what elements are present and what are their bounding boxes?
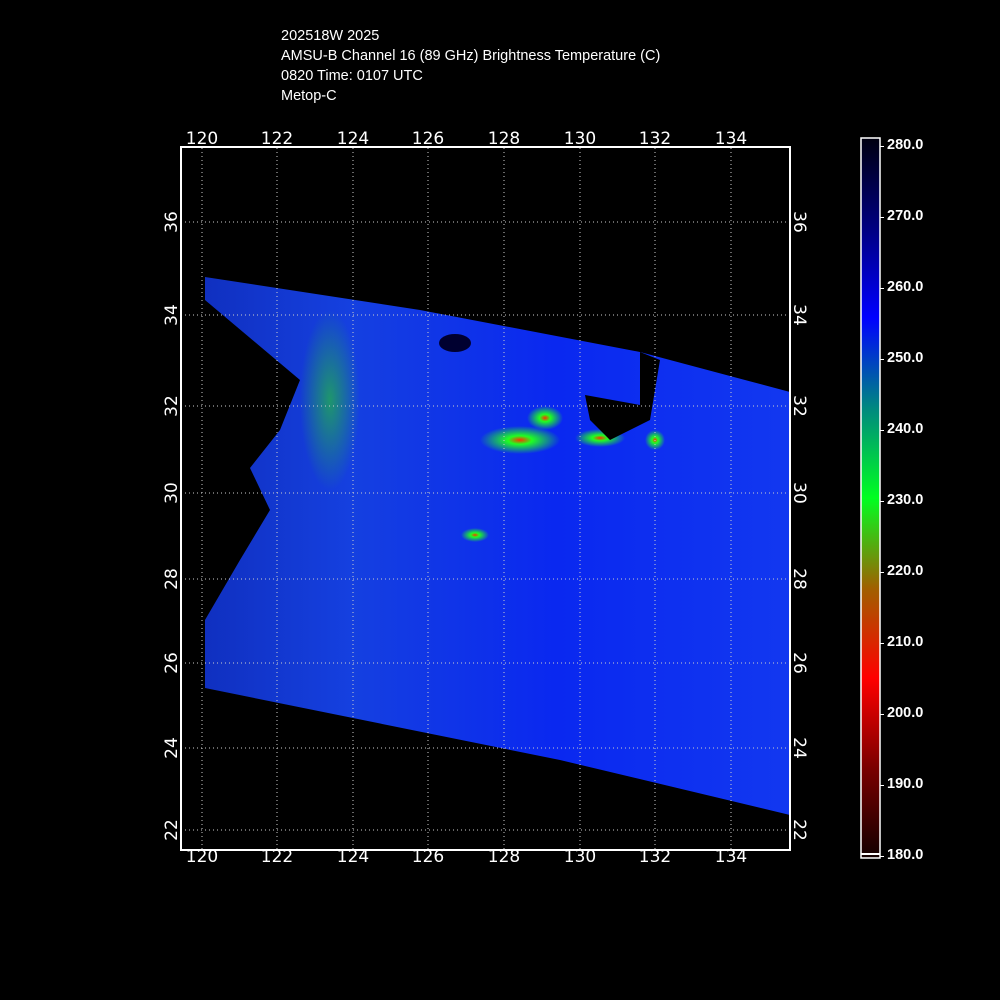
lat-tick-label: 36 bbox=[162, 211, 182, 233]
colorbar-tick bbox=[880, 288, 884, 289]
colorbar-label: 210.0 bbox=[887, 634, 924, 650]
colorbar-label: 190.0 bbox=[887, 776, 924, 792]
swath-data bbox=[205, 277, 790, 815]
lon-tick-label: 134 bbox=[715, 847, 747, 867]
colorbar-label: 250.0 bbox=[887, 350, 924, 366]
colorbar-label: 220.0 bbox=[887, 563, 924, 579]
colorbar-tick bbox=[880, 856, 884, 857]
lon-tick-label: 124 bbox=[337, 129, 369, 149]
colorbar-label: 200.0 bbox=[887, 705, 924, 721]
colorbar-tick bbox=[880, 572, 884, 573]
lat-tick-label: 22 bbox=[162, 819, 182, 841]
lat-tick-label: 28 bbox=[789, 568, 809, 590]
colorbar bbox=[860, 137, 881, 859]
lat-tick-label: 26 bbox=[789, 652, 809, 674]
lat-tick-label: 34 bbox=[162, 304, 182, 326]
lon-tick-label: 122 bbox=[261, 129, 293, 149]
lon-tick-label: 120 bbox=[186, 847, 218, 867]
colorbar-tick bbox=[880, 785, 884, 786]
colorbar-tick bbox=[880, 430, 884, 431]
colorbar-label: 230.0 bbox=[887, 492, 924, 508]
colorbar-tick bbox=[880, 359, 884, 360]
colorbar-label: 180.0 bbox=[887, 847, 924, 863]
lat-tick-label: 30 bbox=[162, 482, 182, 504]
lon-tick-label: 124 bbox=[337, 847, 369, 867]
lon-tick-label: 130 bbox=[564, 129, 596, 149]
lon-tick-label: 120 bbox=[186, 129, 218, 149]
lat-tick-label: 32 bbox=[162, 395, 182, 417]
colorbar-tick bbox=[880, 501, 884, 502]
lon-tick-label: 126 bbox=[412, 129, 444, 149]
lat-tick-label: 32 bbox=[789, 395, 809, 417]
colorbar-label: 260.0 bbox=[887, 279, 924, 295]
colorbar-tick bbox=[880, 643, 884, 644]
lat-tick-label: 24 bbox=[789, 737, 809, 759]
map-plot: 120 122 124 126 128 130 132 134 120 122 124 126 128 1… bbox=[162, 129, 881, 867]
colorbar-tick bbox=[880, 714, 884, 715]
lat-tick-label: 26 bbox=[162, 652, 182, 674]
lat-tick-label: 24 bbox=[162, 737, 182, 759]
lon-tick-label: 126 bbox=[412, 847, 444, 867]
colorbar-label: 270.0 bbox=[887, 208, 924, 224]
colorbar-label: 280.0 bbox=[887, 137, 924, 153]
lat-tick-label: 34 bbox=[789, 304, 809, 326]
lat-tick-label: 36 bbox=[789, 211, 809, 233]
colorbar-tick bbox=[880, 217, 884, 218]
lon-tick-label: 134 bbox=[715, 129, 747, 149]
lon-tick-label: 132 bbox=[639, 847, 671, 867]
lon-tick-label: 128 bbox=[488, 129, 520, 149]
colorbar-label: 240.0 bbox=[887, 421, 924, 437]
colorbar-tick bbox=[880, 146, 884, 147]
lon-tick-label: 132 bbox=[639, 129, 671, 149]
lat-tick-label: 22 bbox=[789, 819, 809, 841]
lon-tick-label: 128 bbox=[488, 847, 520, 867]
lat-tick-label: 28 bbox=[162, 568, 182, 590]
lat-tick-label: 30 bbox=[789, 482, 809, 504]
lon-tick-label: 122 bbox=[261, 847, 293, 867]
lon-tick-label: 130 bbox=[564, 847, 596, 867]
